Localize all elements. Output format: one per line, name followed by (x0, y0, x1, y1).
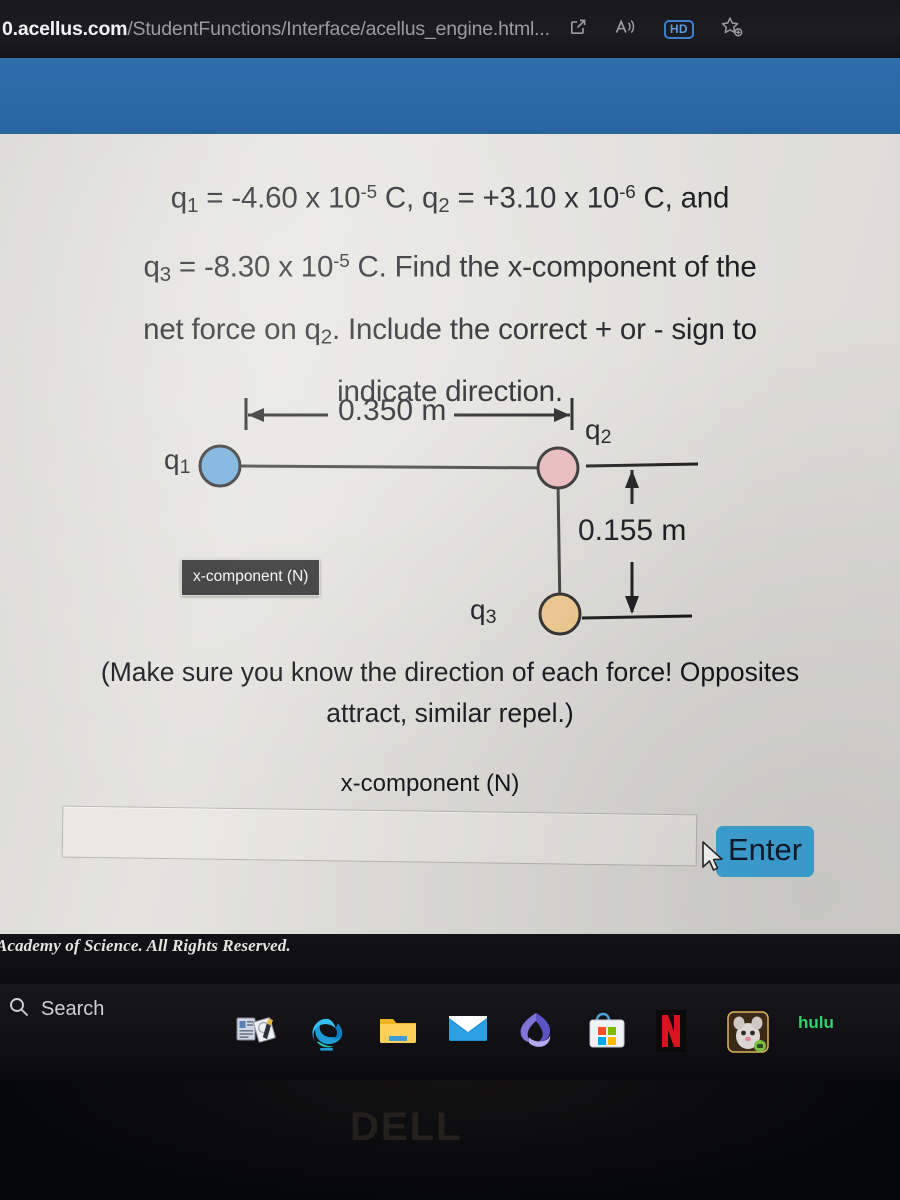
charge-configuration-diagram: q1 q2 q3 0.350 m 0.155 m (120, 394, 740, 636)
page-header-banner (0, 58, 900, 136)
search-icon (8, 996, 29, 1023)
x-component-input[interactable] (62, 806, 697, 866)
vertical-distance-label: 0.155 m (578, 514, 687, 547)
address-bar-icons: HD (568, 16, 744, 43)
hint-note: (Make sure you know the direction of eac… (6, 652, 894, 734)
file-explorer-icon[interactable] (376, 1010, 420, 1054)
laptop-screen-photo: 0.acellus.com/StudentFunctions/Interface… (0, 0, 900, 1200)
url-text[interactable]: 0.acellus.com/StudentFunctions/Interface… (2, 18, 550, 41)
taskbar-search-button[interactable]: Search (8, 996, 104, 1023)
charge-q1-circle (198, 444, 242, 488)
acellus-question-page: q1 = -4.60 x 10-5 C, q2 = +3.10 x 10-6 C… (0, 134, 900, 934)
game-app-icon[interactable] (726, 1010, 770, 1054)
netflix-icon[interactable] (656, 1010, 700, 1054)
hint-line-2: attract, similar repel.) (326, 698, 574, 728)
question-text: q1 = -4.60 x 10-5 C, q2 = +3.10 x 10-6 C… (14, 164, 886, 419)
url-domain: 0.acellus.com (2, 17, 128, 40)
charge-q3-circle (538, 592, 582, 636)
taskbar-search-label: Search (41, 998, 105, 1020)
hd-badge-icon[interactable]: HD (663, 19, 694, 39)
charge-q1-label: q1 (164, 444, 191, 478)
dell-brand-logo: DELL (350, 1105, 463, 1149)
answer-input-wrapper[interactable] (61, 805, 698, 867)
microsoft-store-icon[interactable] (586, 1010, 630, 1054)
answer-field-label: x-component (N) (340, 770, 520, 797)
widgets-icon[interactable] (236, 1010, 280, 1054)
hint-line-1: (Make sure you know the direction of eac… (100, 657, 800, 687)
hulu-icon[interactable]: hulu (796, 1010, 852, 1054)
url-ellipsis: ... (534, 17, 550, 40)
browser-address-bar[interactable]: 0.acellus.com/StudentFunctions/Interface… (0, 0, 900, 58)
copyright-text: Academy of Science. All Rights Reserved. (0, 936, 291, 955)
charge-q2-label: q2 (585, 414, 612, 448)
open-in-new-tab-icon[interactable] (568, 17, 588, 42)
taskbar-app-icons: hulu (236, 1010, 852, 1054)
horizontal-distance-label: 0.350 m (338, 394, 447, 427)
x-component-tooltip: x-component (N) (181, 559, 321, 596)
mouse-cursor-icon (700, 840, 726, 879)
microsoft-365-icon[interactable] (516, 1010, 560, 1054)
charge-q3-label: q3 (470, 594, 497, 628)
charge-q2-circle (536, 446, 580, 490)
edge-icon[interactable] (306, 1010, 350, 1054)
question-line-1: q1 = -4.60 x 10-5 C, q2 = +3.10 x 10-6 C… (170, 181, 730, 217)
read-aloud-icon[interactable] (614, 17, 638, 42)
add-to-favorites-icon[interactable] (720, 16, 744, 43)
question-line-2: q3 = -8.30 x 10-5 C. Find the x-componen… (143, 249, 757, 286)
question-line-3: net force on q2. Include the correct + o… (143, 312, 757, 349)
enter-button[interactable]: Enter (716, 826, 815, 877)
svg-text:hulu: hulu (798, 1013, 834, 1032)
mail-icon[interactable] (446, 1010, 490, 1054)
url-path: /StudentFunctions/Interface/acellus_engi… (127, 17, 535, 40)
